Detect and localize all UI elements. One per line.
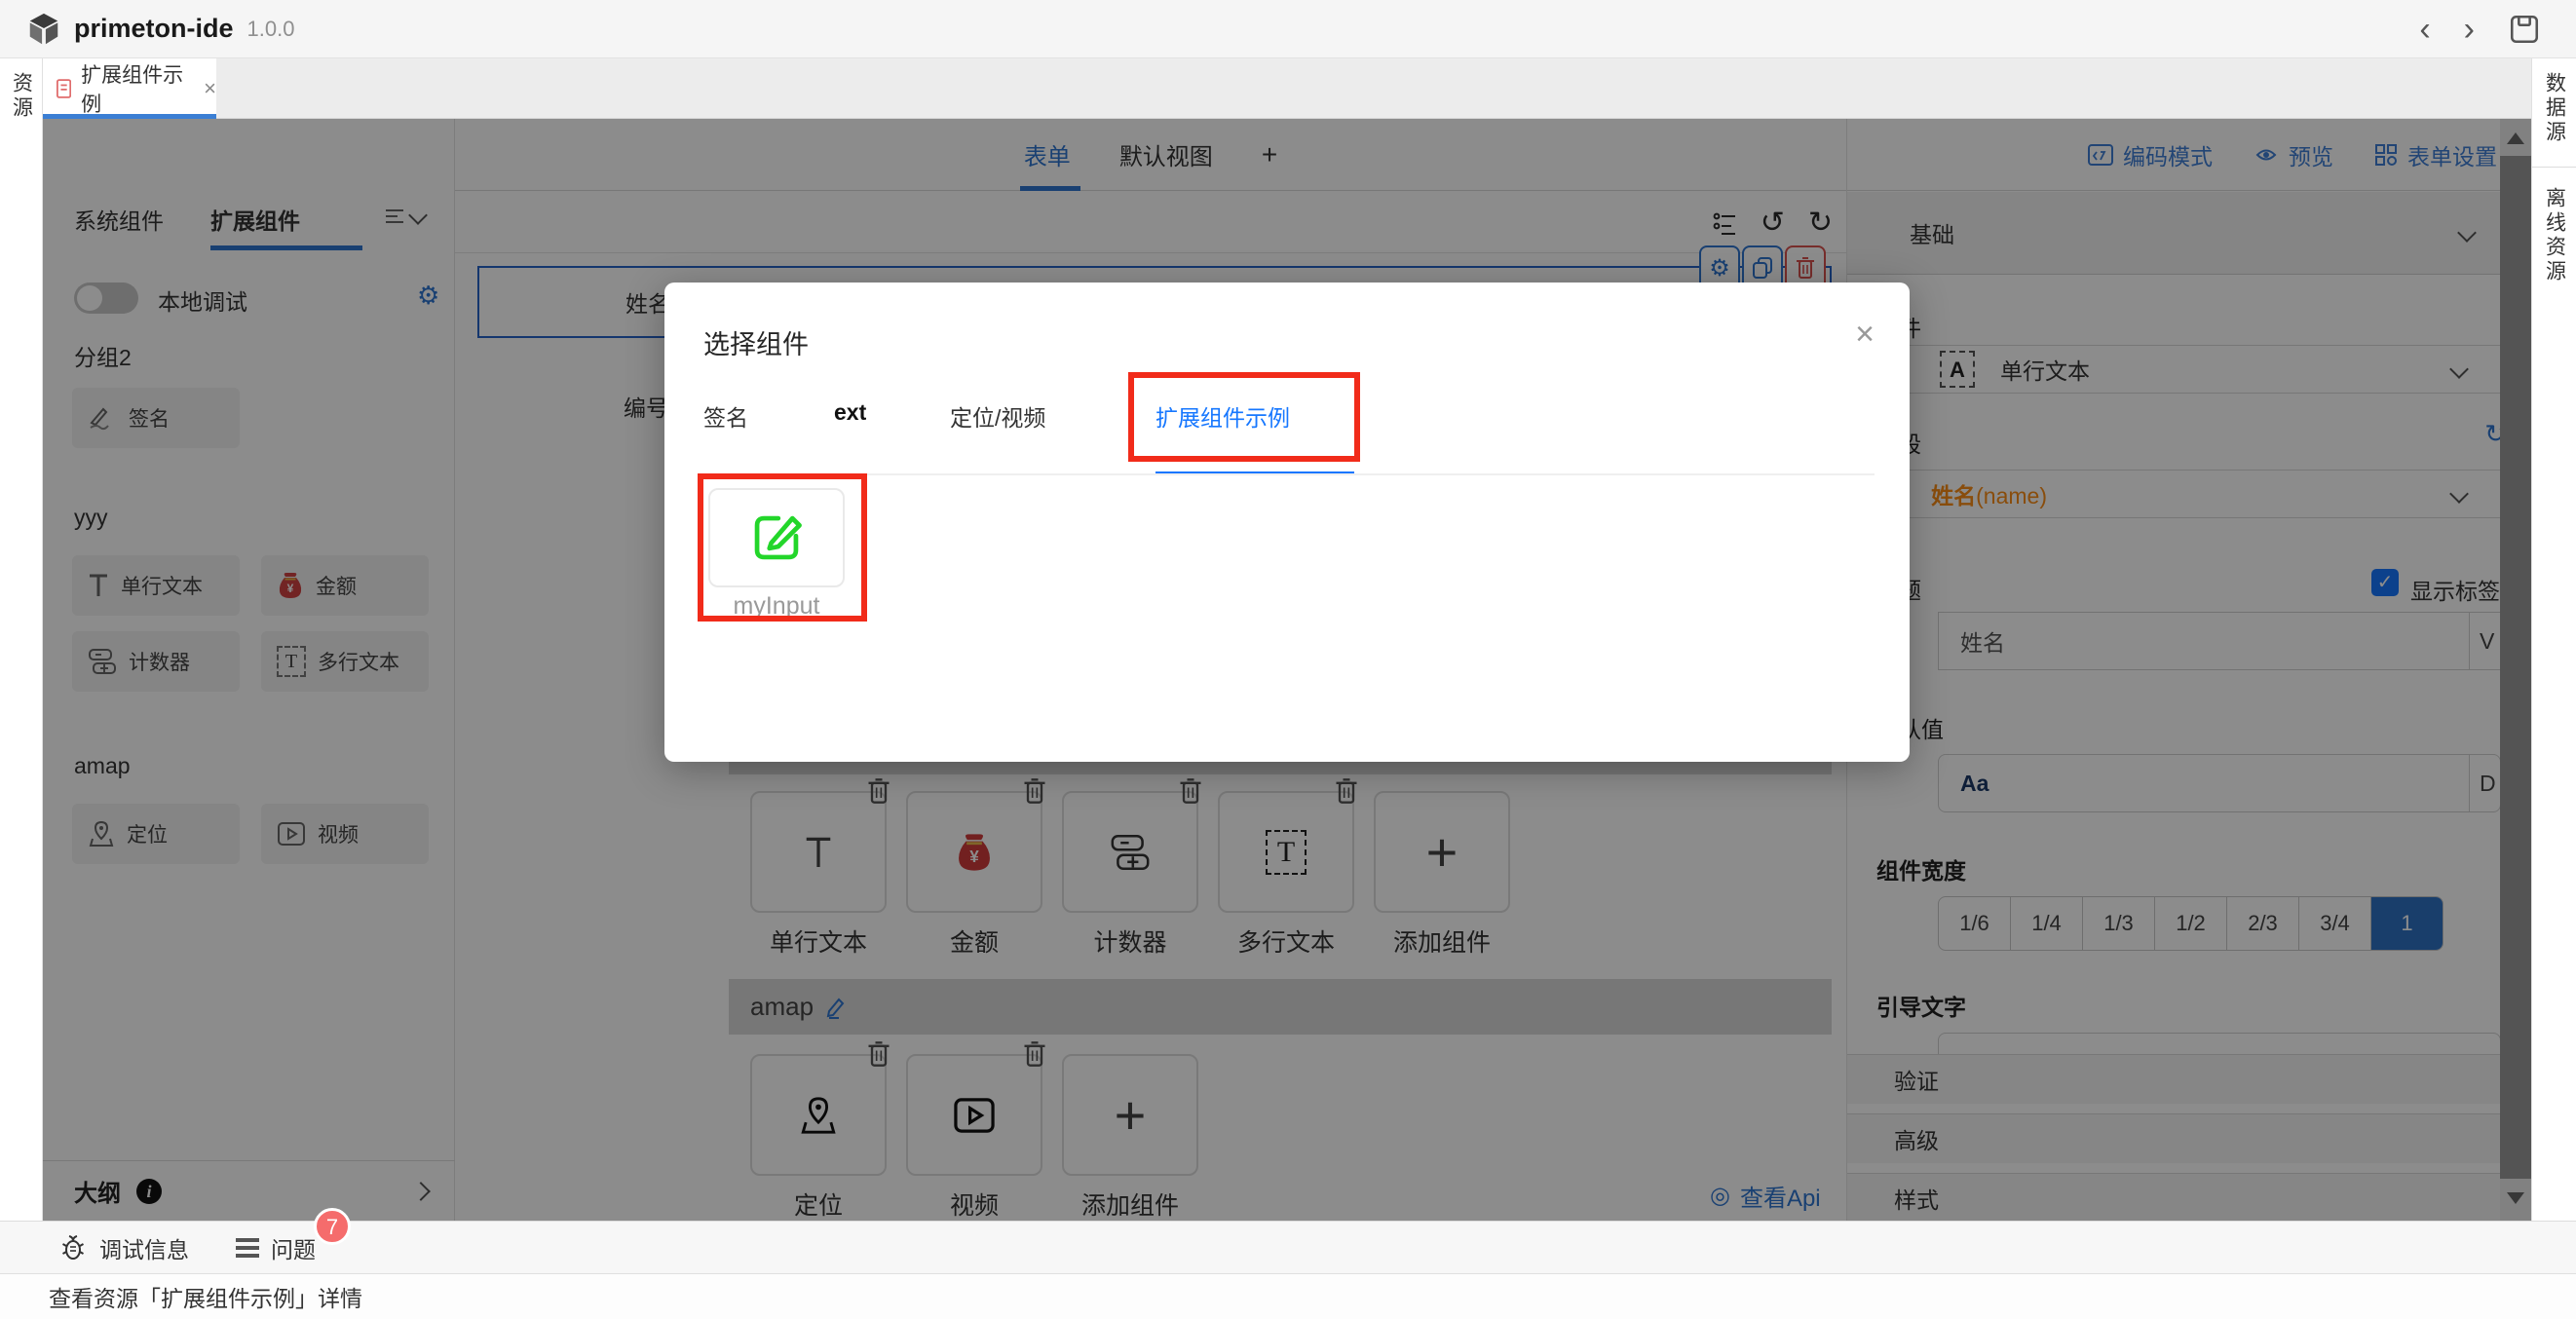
right-activity-strip: 数据源 离线资源 <box>2531 58 2576 1221</box>
title-bar: primeton-ide 1.0.0 ‹ › <box>0 0 2576 58</box>
status-text: 查看资源「扩展组件示例」详情 <box>49 1280 362 1313</box>
doc-tab-close-icon[interactable]: × <box>204 76 216 101</box>
document-tab-bar: 扩展组件示例 × <box>43 58 2576 119</box>
status-bar: 查看资源「扩展组件示例」详情 <box>0 1273 2576 1319</box>
modal-tab-extension-example[interactable]: 扩展组件示例 <box>1155 399 1290 433</box>
problems-label: 问题 <box>271 1231 316 1264</box>
bug-icon <box>62 1234 88 1262</box>
modal-tab-divider <box>700 473 1875 475</box>
problems-count-badge: 7 <box>314 1208 351 1245</box>
strip-divider <box>2532 167 2576 168</box>
select-component-modal: 选择组件 × 签名 ext 定位/视频 扩展组件示例 myInput <box>664 283 1910 762</box>
bottom-panel-bar: 调试信息 问题 7 <box>0 1221 2576 1273</box>
form-doc-icon <box>57 78 71 99</box>
save-icon[interactable] <box>2508 13 2541 46</box>
modal-close-icon[interactable]: × <box>1855 316 1875 354</box>
nav-back-icon[interactable]: ‹ <box>2419 13 2430 46</box>
modal-title: 选择组件 <box>703 323 809 361</box>
app-version: 1.0.0 <box>247 17 295 42</box>
doc-tab-title: 扩展组件示例 <box>81 59 190 118</box>
modal-tab-ext[interactable]: ext <box>834 399 866 426</box>
datasource-strip-tab[interactable]: 数据源 <box>2540 72 2569 145</box>
app-logo-icon <box>25 11 62 48</box>
debug-info-button[interactable]: 调试信息 <box>62 1231 189 1264</box>
debug-info-label: 调试信息 <box>99 1231 189 1264</box>
left-activity-strip: 资源 <box>0 58 43 1221</box>
doc-tab-extension-example[interactable]: 扩展组件示例 × <box>43 58 216 119</box>
modal-tab-signature[interactable]: 签名 <box>703 399 748 433</box>
problems-button[interactable]: 问题 <box>236 1231 316 1264</box>
offline-resources-strip-tab[interactable]: 离线资源 <box>2540 187 2569 284</box>
modal-tab-location-video[interactable]: 定位/视频 <box>950 399 1045 433</box>
resources-strip-tab[interactable]: 资源 <box>7 72 36 121</box>
nav-forward-icon[interactable]: › <box>2464 13 2475 46</box>
modal-component-myinput[interactable] <box>708 488 845 587</box>
edit-square-icon <box>748 509 805 566</box>
modal-component-label: myInput <box>708 592 845 621</box>
app-title: primeton-ide <box>74 14 234 44</box>
list-icon <box>236 1237 259 1259</box>
workspace: 系统组件 扩展组件 本地调试 ⚙ 分组2 签名 yyy <box>43 119 2531 1221</box>
